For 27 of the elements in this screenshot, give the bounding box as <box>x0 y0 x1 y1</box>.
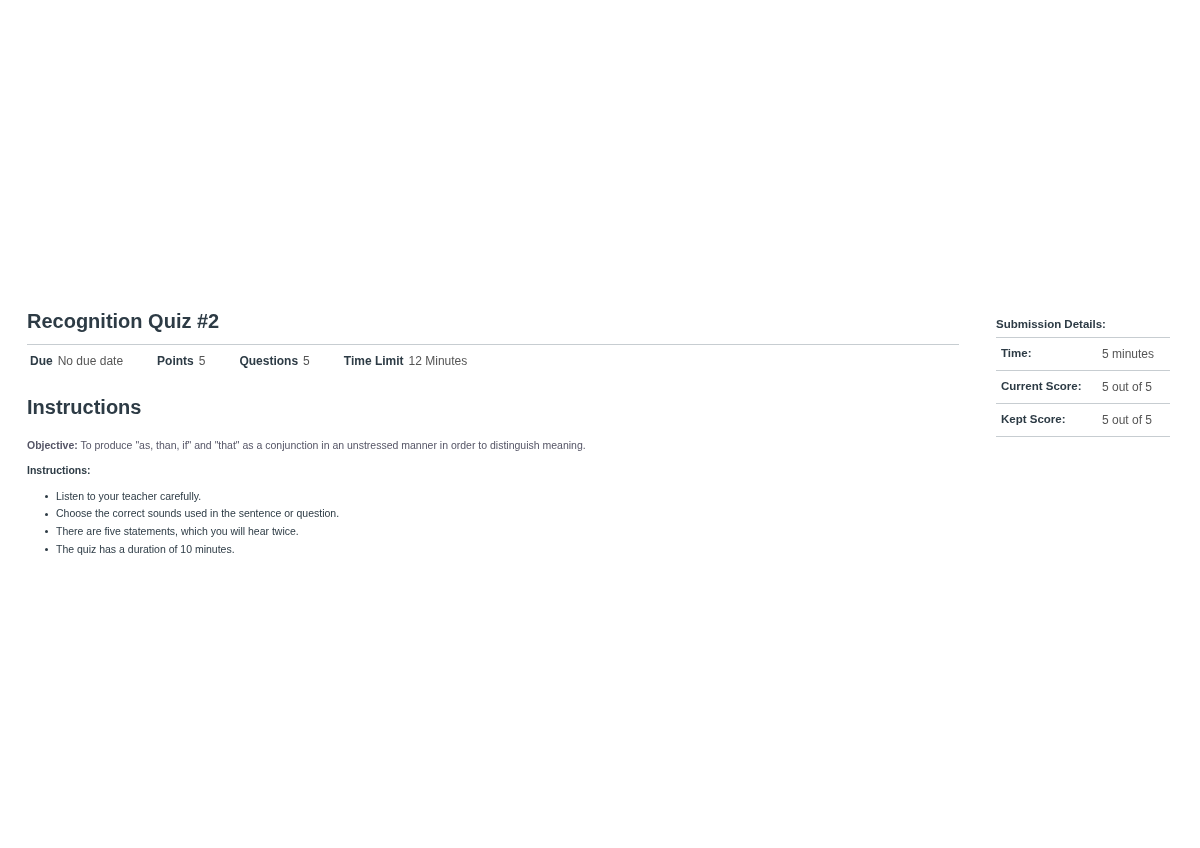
instructions-label: Instructions: <box>27 462 91 478</box>
detail-value: 5 out of 5 <box>1102 412 1153 430</box>
detail-label: Current Score: <box>1001 379 1083 395</box>
bullet-icon <box>45 494 48 498</box>
instruction-item: There are five statements, which you will hear twice. <box>56 524 299 539</box>
bullet-icon <box>45 530 48 534</box>
detail-label: Questions <box>239 353 299 370</box>
detail-value: 5 <box>303 353 310 370</box>
detail-value: 5 <box>198 353 206 370</box>
bullet-icon <box>45 548 48 552</box>
instruction-item: Listen to your teacher carefully. <box>56 488 202 504</box>
detail-value: No due date <box>57 353 124 370</box>
quiz-title: Recognition Quiz #2 <box>27 306 960 345</box>
bullet-icon <box>45 512 48 516</box>
section-heading: Instructions <box>27 395 142 420</box>
detail-value: 5 minutes <box>1102 346 1155 364</box>
detail-value: 5 out of 5 <box>1102 379 1153 397</box>
detail-label: Time: <box>1001 346 1033 362</box>
objective-text: Objective: To produce "as, than, if" and "that" as a conjunction in an unstressed manner in order to distinguish meaning. <box>27 438 586 453</box>
detail-label: Due <box>30 353 53 370</box>
instruction-item: Choose the correct sounds used in the sentence or question. <box>56 506 340 522</box>
detail-label: Time Limit <box>343 353 404 370</box>
sidebar-title: Submission Details: <box>996 306 1170 339</box>
detail-label: Kept Score: <box>1001 412 1067 428</box>
instruction-item: The quiz has a duration of 10 minutes. <box>56 541 235 557</box>
detail-value: 12 Minutes <box>408 353 468 370</box>
detail-label: Points <box>157 353 194 370</box>
